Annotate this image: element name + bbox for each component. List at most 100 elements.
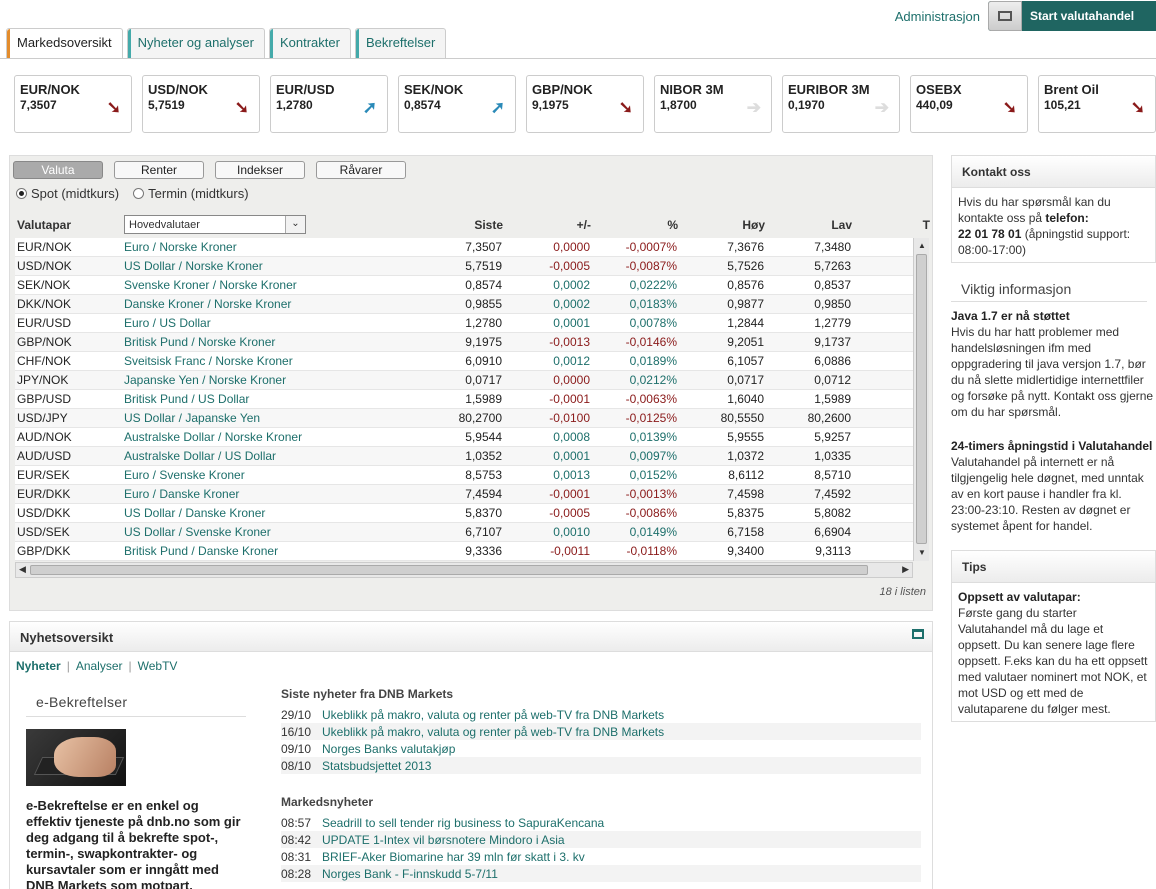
cell-name[interactable]: Britisk Pund / Danske Kroner <box>124 544 278 558</box>
ticker-card[interactable]: EUR/NOK 7,3507 ➘ <box>14 75 132 133</box>
header-change[interactable]: +/- <box>577 218 591 232</box>
category-valuta-button[interactable]: Valuta <box>13 161 103 179</box>
table-row[interactable]: EUR/SEK Euro / Svenske Kroner 8,5753 0,0013… <box>15 466 913 485</box>
news-item[interactable]: 09/10 Norges Banks valutakjøp <box>281 740 921 757</box>
news-link[interactable]: Ukeblikk på makro, valuta og renter på w… <box>322 725 664 739</box>
cell-name[interactable]: Japanske Yen / Norske Kroner <box>124 373 286 387</box>
table-row[interactable]: EUR/DKK Euro / Danske Kroner 7,4594 -0,0001… <box>15 485 913 504</box>
header-valutapar[interactable]: Valutapar <box>17 218 71 232</box>
termin-radio-option[interactable]: Termin (midtkurs) <box>133 186 249 201</box>
ticker-card[interactable]: EURIBOR 3M 0,1970 ➔ <box>782 75 900 133</box>
cell-name[interactable]: US Dollar / Svenske Kroner <box>124 525 271 539</box>
ticker-card[interactable]: GBP/NOK 9,1975 ➘ <box>526 75 644 133</box>
cell-name[interactable]: Euro / Norske Kroner <box>124 240 237 254</box>
news-link[interactable]: UPDATE 1-Intex vil børsnotere Mindoro i … <box>322 833 565 847</box>
vertical-scrollbar[interactable]: ▲ ▼ <box>913 238 929 561</box>
cell-name[interactable]: Australske Dollar / Norske Kroner <box>124 430 302 444</box>
cell-name[interactable]: Sveitsisk Franc / Norske Kroner <box>124 354 293 368</box>
horizontal-scroll-thumb[interactable] <box>30 565 868 575</box>
spot-radio-option[interactable]: Spot (midtkurs) <box>16 186 119 201</box>
tab-markedsoversikt[interactable]: Markedsoversikt <box>6 28 123 59</box>
maximize-icon[interactable] <box>912 629 924 639</box>
table-row[interactable]: USD/NOK US Dollar / Norske Kroner 5,7519 -0… <box>15 257 913 276</box>
cell-name[interactable]: Danske Kroner / Norske Kroner <box>124 297 291 311</box>
news-tab-nyheter[interactable]: Nyheter <box>16 659 61 673</box>
table-row[interactable]: DKK/NOK Danske Kroner / Norske Kroner 0,98… <box>15 295 913 314</box>
news-link[interactable]: Seadrill to sell tender rig business to … <box>322 816 604 830</box>
news-item[interactable]: 08:42 UPDATE 1-Intex vil børsnotere Mindo… <box>281 831 921 848</box>
cell-last: 7,3507 <box>465 240 502 254</box>
cell-name[interactable]: US Dollar / Japanske Yen <box>124 411 260 425</box>
table-row[interactable]: GBP/NOK Britisk Pund / Norske Kroner 9,197… <box>15 333 913 352</box>
spot-radio[interactable] <box>16 188 27 199</box>
category-ravarer-button[interactable]: Råvarer <box>316 161 406 179</box>
news-tab-analyser[interactable]: Analyser <box>76 659 123 673</box>
tab-kontrakter[interactable]: Kontrakter <box>268 28 351 58</box>
cell-name[interactable]: US Dollar / Danske Kroner <box>124 506 265 520</box>
news-link[interactable]: Ukeblikk på makro, valuta og renter på w… <box>322 708 664 722</box>
tab-bekreftelser[interactable]: Bekreftelser <box>354 28 447 58</box>
cell-name[interactable]: Australske Dollar / US Dollar <box>124 449 276 463</box>
scroll-down-icon[interactable]: ▼ <box>916 547 928 559</box>
table-row[interactable]: GBP/USD Britisk Pund / US Dollar 1,5989 -0,… <box>15 390 913 409</box>
table-row[interactable]: JPY/NOK Japanske Yen / Norske Kroner 0,071… <box>15 371 913 390</box>
scroll-up-icon[interactable]: ▲ <box>916 240 928 252</box>
ticker-card[interactable]: SEK/NOK 0,8574 ➚ <box>398 75 516 133</box>
category-renter-button[interactable]: Renter <box>114 161 204 179</box>
cell-name[interactable]: US Dollar / Norske Kroner <box>124 259 263 273</box>
horizontal-scrollbar[interactable]: ◀ ▶ <box>15 562 913 578</box>
cell-name[interactable]: Svenske Kroner / Norske Kroner <box>124 278 297 292</box>
table-row[interactable]: AUD/NOK Australske Dollar / Norske Kroner… <box>15 428 913 447</box>
header-lav[interactable]: Lav <box>831 218 852 232</box>
table-row[interactable]: AUD/USD Australske Dollar / US Dollar 1,03… <box>15 447 913 466</box>
news-item[interactable]: 08:57 Seadrill to sell tender rig busines… <box>281 814 921 831</box>
news-item[interactable]: 08:31 BRIEF-Aker Biomarine har 39 mln før… <box>281 848 921 865</box>
table-row[interactable]: EUR/NOK Euro / Norske Kroner 7,3507 0,0000 -… <box>15 238 913 257</box>
scroll-left-icon[interactable]: ◀ <box>19 564 26 575</box>
vertical-scroll-thumb[interactable] <box>916 254 927 544</box>
cell-last: 5,8370 <box>465 506 502 520</box>
start-trade-button[interactable]: Start valutahandel <box>988 1 1156 31</box>
news-item[interactable]: 08/10 Statsbudsjettet 2013 <box>281 757 921 774</box>
table-row[interactable]: EUR/USD Euro / US Dollar 1,2780 0,0001 0,007… <box>15 314 913 333</box>
news-link[interactable]: Norges Bank - F-innskudd 5-7/11 <box>322 867 498 881</box>
header-siste[interactable]: Siste <box>474 218 503 232</box>
cell-name[interactable]: Euro / Danske Kroner <box>124 487 239 501</box>
table-row[interactable]: CHF/NOK Sveitsisk Franc / Norske Kroner 6,… <box>15 352 913 371</box>
header-hoy[interactable]: Høy <box>742 218 765 232</box>
ticker-card[interactable]: NIBOR 3M 1,8700 ➔ <box>654 75 772 133</box>
news-item[interactable]: 16/10 Ukeblikk på makro, valuta og renter… <box>281 723 921 740</box>
termin-radio[interactable] <box>133 188 145 199</box>
news-tab-webtv[interactable]: WebTV <box>138 659 178 673</box>
tab-nyheter-og-analyser[interactable]: Nyheter og analyser <box>126 28 265 58</box>
news-item[interactable]: 08:28 Norges Bank - F-innskudd 5-7/11 <box>281 865 921 882</box>
trend-down-icon: ➘ <box>1130 98 1145 117</box>
table-row[interactable]: GBP/DKK Britisk Pund / Danske Kroner 9,333… <box>15 542 913 561</box>
table-row[interactable]: SEK/NOK Svenske Kroner / Norske Kroner 0,8… <box>15 276 913 295</box>
currency-group-select[interactable]: Hovedvalutaer ⌄ <box>124 215 306 234</box>
cell-name[interactable]: Britisk Pund / US Dollar <box>124 392 249 406</box>
admin-link[interactable]: Administrasjon <box>895 9 980 24</box>
cell-name[interactable]: Britisk Pund / Norske Kroner <box>124 335 275 349</box>
category-indekser-button[interactable]: Indekser <box>215 161 305 179</box>
cell-name[interactable]: Euro / Svenske Kroner <box>124 468 245 482</box>
cell-low: 0,8537 <box>814 278 851 292</box>
table-row[interactable]: USD/DKK US Dollar / Danske Kroner 5,8370 -0… <box>15 504 913 523</box>
header-extra[interactable]: T <box>923 218 930 232</box>
ticker-card[interactable]: Brent Oil 105,21 ➘ <box>1038 75 1156 133</box>
ticker-card[interactable]: USD/NOK 5,7519 ➘ <box>142 75 260 133</box>
ticker-card[interactable]: OSEBX 440,09 ➘ <box>910 75 1028 133</box>
cell-pair: AUD/NOK <box>17 430 72 444</box>
news-link[interactable]: Norges Banks valutakjøp <box>322 742 455 756</box>
header-percent[interactable]: % <box>667 218 678 232</box>
scroll-right-icon[interactable]: ▶ <box>902 564 909 575</box>
cell-name[interactable]: Euro / US Dollar <box>124 316 211 330</box>
typing-hands-image[interactable] <box>26 729 126 786</box>
table-row[interactable]: USD/SEK US Dollar / Svenske Kroner 6,7107 0… <box>15 523 913 542</box>
cell-pair: GBP/NOK <box>17 335 72 349</box>
table-row[interactable]: USD/JPY US Dollar / Japanske Yen 80,2700 -0… <box>15 409 913 428</box>
news-link[interactable]: BRIEF-Aker Biomarine har 39 mln før skat… <box>322 850 585 864</box>
ticker-card[interactable]: EUR/USD 1,2780 ➚ <box>270 75 388 133</box>
news-item[interactable]: 29/10 Ukeblikk på makro, valuta og renter… <box>281 706 921 723</box>
news-link[interactable]: Statsbudsjettet 2013 <box>322 759 431 773</box>
